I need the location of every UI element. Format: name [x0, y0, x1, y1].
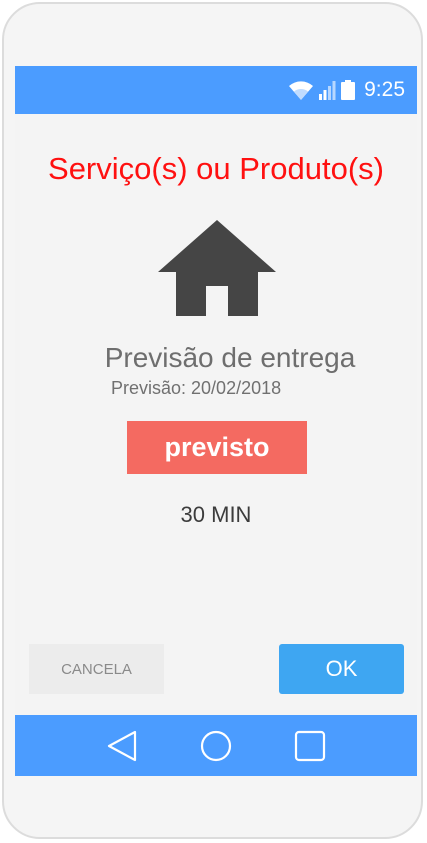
status-icons: 9:25 — [288, 76, 405, 104]
home-icon[interactable] — [199, 729, 233, 763]
cancel-button[interactable]: CANCELA — [29, 644, 164, 694]
duration-text: 30 MIN — [180, 502, 252, 527]
status-time: 9:25 — [364, 78, 405, 101]
signal-icon — [319, 81, 336, 100]
house-icon — [158, 220, 276, 316]
status-badge: previsto — [127, 421, 307, 474]
battery-icon — [341, 80, 356, 100]
page-title: Serviço(s) ou Produto(s) — [48, 151, 384, 186]
status-bar: 9:25 — [15, 66, 417, 114]
recent-apps-icon[interactable] — [293, 729, 327, 763]
ok-button[interactable]: OK — [279, 644, 404, 694]
nav-bar — [15, 715, 417, 776]
wifi-icon — [289, 81, 314, 100]
forecast-date: Previsão: 20/02/2018 — [111, 378, 282, 398]
back-icon[interactable] — [105, 729, 139, 763]
phone-frame: 9:25 Serviço(s) ou Produto(s) Previsão d… — [2, 2, 423, 839]
delivery-heading: Previsão de entrega — [104, 342, 356, 373]
screen: 9:25 Serviço(s) ou Produto(s) Previsão d… — [15, 66, 417, 776]
